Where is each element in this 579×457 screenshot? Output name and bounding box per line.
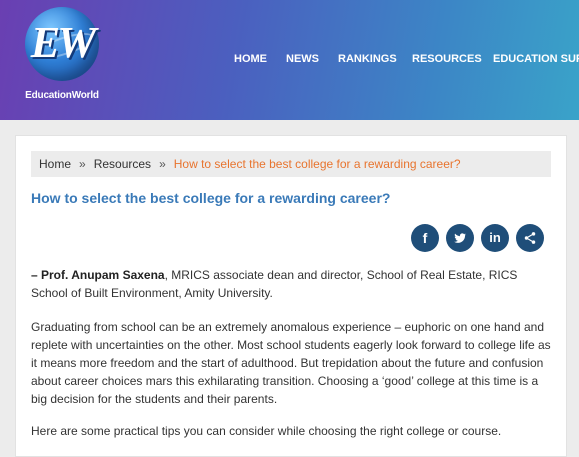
nav-news[interactable]: NEWS (286, 53, 319, 65)
share-bar: f in (16, 224, 566, 254)
breadcrumb-resources[interactable]: Resources (94, 151, 151, 177)
breadcrumb-current: How to select the best college for a rew… (173, 157, 461, 171)
article-byline: – Prof. Anupam Saxena, MRICS associate d… (31, 266, 551, 302)
facebook-icon: f (422, 230, 428, 246)
site-header: EW EducationWorld HOME NEWS RANKINGS RES… (0, 0, 579, 120)
facebook-share-button[interactable]: f (411, 224, 439, 252)
linkedin-icon: in (489, 230, 501, 245)
breadcrumb-separator: » (159, 157, 166, 171)
twitter-icon (454, 233, 467, 243)
nav-resources[interactable]: RESOURCES (412, 53, 482, 65)
article-card: Home » Resources » How to select the best co… (15, 135, 567, 457)
twitter-share-button[interactable] (446, 224, 474, 252)
share-icon (524, 232, 536, 244)
linkedin-share-button[interactable]: in (481, 224, 509, 252)
nav-home[interactable]: HOME (234, 53, 267, 65)
article-title: How to select the best college for a rew… (31, 190, 391, 206)
breadcrumb: Home » Resources » How to select the best co… (31, 151, 551, 177)
logo-name: EducationWorld (25, 90, 99, 101)
article-paragraph: Graduating from school can be an extreme… (31, 320, 551, 406)
nav-rankings[interactable]: RANKINGS (338, 53, 397, 65)
nav-education-supplements[interactable]: EDUCATION SUPP (493, 53, 579, 65)
author-name: – Prof. Anupam Saxena (31, 268, 165, 282)
educationworld-logo[interactable]: EW EducationWorld (20, 7, 104, 107)
share-button[interactable] (516, 224, 544, 252)
article-paragraph: Here are some practical tips you can con… (31, 424, 502, 438)
breadcrumb-home[interactable]: Home (39, 151, 71, 177)
logo-letters: EW (30, 18, 96, 67)
breadcrumb-separator: » (79, 157, 86, 171)
